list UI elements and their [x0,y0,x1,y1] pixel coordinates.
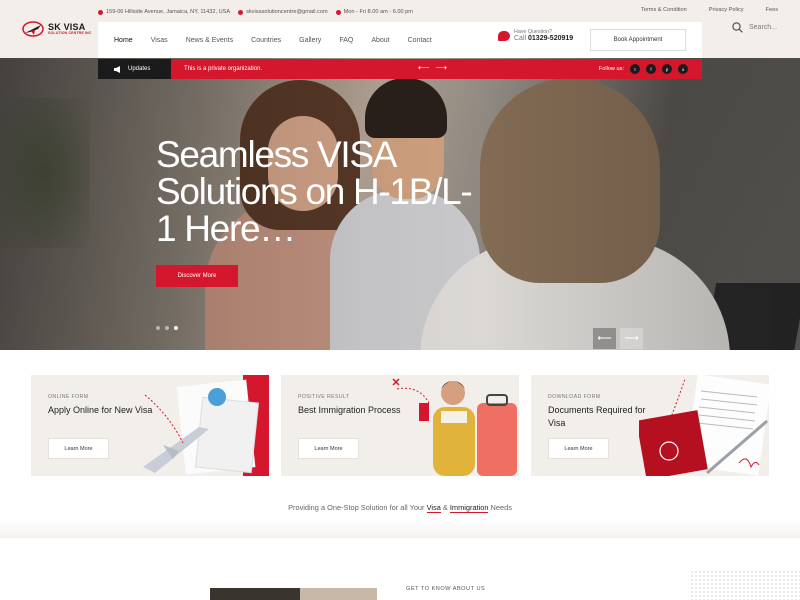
card-title[interactable]: Best Immigration Process [298,404,408,417]
about-eyebrow: GET TO KNOW ABOUT US [406,586,486,592]
slide-prev-icon[interactable]: ⟵ [593,328,616,349]
tagline: Providing a One-Stop Solution for all Yo… [0,503,800,513]
tagline-amp: & [440,503,450,512]
top-links: Terms & Condition Privacy Policy Fees [641,7,778,13]
call-prefix: Call [514,35,527,42]
main-nav: Home Visas News & Events Countries Galle… [98,22,702,58]
logo[interactable]: SK VISA SOLUTION CENTRE INC [22,20,91,38]
visa-link[interactable]: Visa [426,503,441,513]
fees-link[interactable]: Fees [766,7,778,13]
traveler-illustration [392,378,517,476]
privacy-link[interactable]: Privacy Policy [709,7,744,13]
slide-dot-1[interactable] [156,326,160,330]
nav-contact[interactable]: Contact [408,37,432,44]
hours-text: Mon - Fri 8.00 am - 6.00 pm [343,9,413,15]
instagram-icon[interactable]: o [678,64,688,74]
phone-digits[interactable]: 01329-520919 [528,35,573,42]
card-immigration-process[interactable]: POSITIVE RESULT Best Immigration Process… [281,375,519,476]
section-divider [0,520,800,538]
ticker-prev-icon[interactable]: ⟵ [418,63,429,72]
nav-countries[interactable]: Countries [251,37,281,44]
address-text: 159-06 Hillside Avenue, Jamaica, NY, 114… [106,9,231,15]
learn-more-button[interactable]: Learn More [298,438,359,459]
updates-bar: Updates This is a private organization. … [98,59,702,79]
phone-contact[interactable]: Have Question? Call 01329-520919 [498,29,573,42]
nav-home[interactable]: Home [114,37,133,44]
search[interactable]: Search... [732,22,777,33]
nav-about[interactable]: About [371,37,389,44]
phone-number[interactable]: Call 01329-520919 [514,35,573,42]
search-placeholder[interactable]: Search... [749,24,777,31]
email-text[interactable]: skvisasolutioncentre@gmail.com [246,9,328,15]
learn-more-button[interactable]: Learn More [48,438,109,459]
card-eyebrow: ONLINE FORM [48,394,89,400]
slide-dot-2[interactable] [165,326,169,330]
ticker-arrows: ⟵ ⟶ [418,63,447,72]
world-map-decoration [690,570,800,600]
immigration-link[interactable]: Immigration [449,503,489,513]
follow-us: Follow us: t f p o [599,64,688,74]
discover-more-button[interactable]: Discover More [156,265,238,287]
card-eyebrow: POSITIVE RESULT [298,394,350,400]
about-image [210,588,377,600]
facebook-icon[interactable]: f [646,64,656,74]
location-pin-icon [98,9,103,15]
book-appointment-button[interactable]: Book Appointment [590,29,686,51]
tagline-before: Providing a One-Stop Solution for all Yo… [288,503,427,512]
pinterest-icon[interactable]: p [662,64,672,74]
slide-next-icon[interactable]: ⟶ [620,328,643,349]
updates-label: Updates [98,59,171,79]
updates-ticker-text: This is a private organization. [184,66,263,72]
nav-faq[interactable]: FAQ [339,37,353,44]
plane-logo-icon [22,20,44,38]
nav-gallery[interactable]: Gallery [299,37,321,44]
email-item[interactable]: skvisasolutioncentre@gmail.com [238,9,328,15]
follow-label: Follow us: [598,66,624,72]
card-documents-required[interactable]: DOWNLOAD FORM Documents Required for Vis… [531,375,769,476]
search-icon[interactable] [732,22,743,33]
passport-plane-illustration [143,375,269,476]
card-title[interactable]: Apply Online for New Visa [48,404,158,417]
hours-item: Mon - Fri 8.00 am - 6.00 pm [335,9,413,15]
nav-news-events[interactable]: News & Events [186,37,233,44]
learn-more-button[interactable]: Learn More [548,438,609,459]
clock-icon [335,9,341,15]
slide-arrows: ⟵ ⟶ [593,328,643,349]
megaphone-icon [114,65,122,73]
ticker-next-icon[interactable]: ⟶ [435,63,446,72]
card-apply-online[interactable]: ONLINE FORM Apply Online for New Visa Le… [31,375,269,476]
slide-dot-3[interactable] [174,326,178,330]
about-image-highlight [300,588,377,600]
hero-title: Seamless VISA Solutions on H-1B/L-1 Here… [156,134,473,249]
mail-icon [238,9,244,15]
passport-documents-illustration [639,375,769,476]
card-title[interactable]: Documents Required for Visa [548,404,658,430]
address-item: 159-06 Hillside Avenue, Jamaica, NY, 114… [98,9,230,15]
chat-icon [498,30,510,41]
twitter-icon[interactable]: t [630,64,640,74]
terms-link[interactable]: Terms & Condition [641,7,687,13]
contact-info-row: 159-06 Hillside Avenue, Jamaica, NY, 114… [98,7,421,17]
nav-visas[interactable]: Visas [151,37,168,44]
slider-dots [156,326,178,330]
brand-subtitle: SOLUTION CENTRE INC [48,30,92,35]
tagline-after: Needs [488,503,512,512]
nav-links: Home Visas News & Events Countries Galle… [114,37,450,44]
updates-label-text: Updates [128,66,151,72]
hero-slider: Updates This is a private organization. … [0,58,800,350]
card-eyebrow: DOWNLOAD FORM [548,394,601,400]
